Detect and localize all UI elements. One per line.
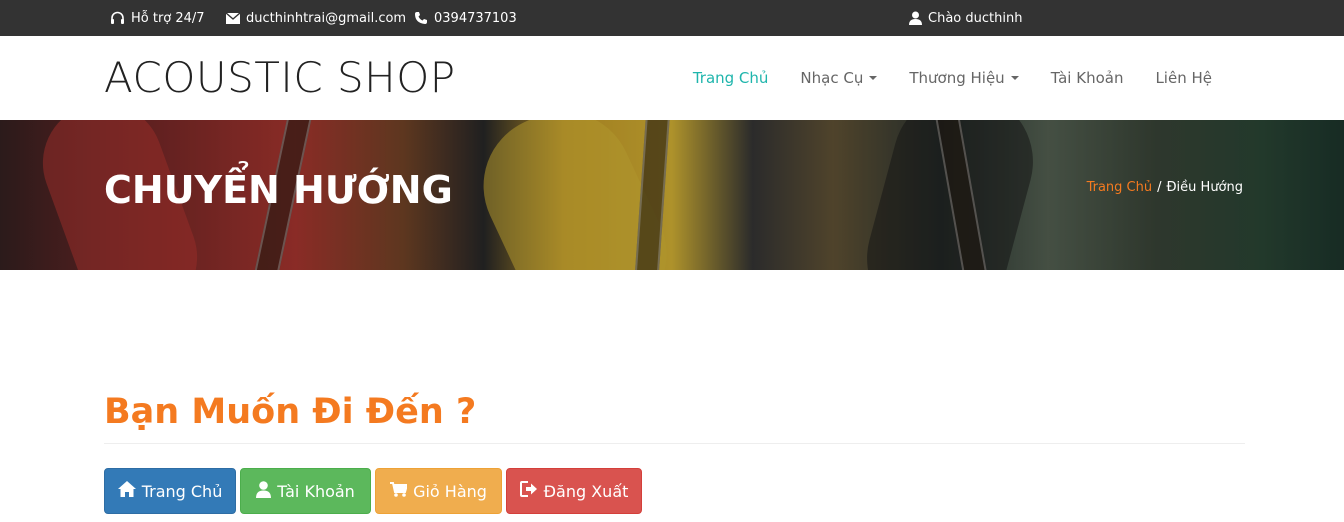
email-info: ducthinhtrai@gmail.com bbox=[226, 0, 406, 36]
nav-brands[interactable]: Thương Hiệu bbox=[893, 69, 1034, 87]
caret-down-icon bbox=[1010, 76, 1019, 80]
support-text: Hỗ trợ 24/7 bbox=[131, 10, 205, 26]
logout-button-label: Đăng Xuất bbox=[543, 481, 629, 501]
support-info: Hỗ trợ 24/7 bbox=[110, 0, 205, 36]
logout-button[interactable]: Đăng Xuất bbox=[506, 468, 642, 514]
email-text: ducthinhtrai@gmail.com bbox=[246, 10, 407, 26]
phone-info: 0394737103 bbox=[414, 0, 517, 36]
home-button[interactable]: Trang Chủ bbox=[104, 468, 236, 514]
redirect-buttons: Trang Chủ Tài Khoản Giỏ Hàng Đăng Xuất bbox=[104, 468, 642, 514]
page-title: CHUYỂN HƯỚNG bbox=[104, 168, 453, 212]
nav-home-label: Trang Chủ bbox=[692, 69, 769, 87]
breadcrumb-current: Điều Hướng bbox=[1166, 180, 1243, 195]
headphones-icon bbox=[110, 11, 125, 25]
account-button[interactable]: Tài Khoản bbox=[240, 468, 371, 514]
home-icon bbox=[117, 481, 136, 501]
heading-divider bbox=[104, 443, 1245, 444]
nav-instruments-label: Nhạc Cụ bbox=[800, 69, 864, 87]
breadcrumb: Trang Chủ / Điều Hướng bbox=[1087, 180, 1243, 195]
user-greeting[interactable]: Chào ducthinh bbox=[909, 0, 1022, 36]
home-button-label: Trang Chủ bbox=[141, 481, 223, 501]
breadcrumb-separator: / bbox=[1157, 180, 1162, 195]
phone-text: 0394737103 bbox=[434, 10, 517, 26]
main-nav: Trang Chủ Nhạc Cụ Thương Hiệu Tài Khoản … bbox=[677, 36, 1228, 120]
nav-account-label: Tài Khoản bbox=[1050, 69, 1124, 87]
breadcrumb-home-link[interactable]: Trang Chủ bbox=[1087, 180, 1153, 195]
top-bar: Hỗ trợ 24/7 ducthinhtrai@gmail.com 03947… bbox=[0, 0, 1344, 36]
nav-contact-label: Liên Hệ bbox=[1155, 69, 1212, 87]
page-banner: CHUYỂN HƯỚNG Trang Chủ / Điều Hướng bbox=[0, 120, 1344, 270]
greeting-text: Chào ducthinh bbox=[928, 10, 1023, 26]
user-icon bbox=[909, 11, 922, 25]
section-heading: Bạn Muốn Đi Đến ? bbox=[104, 392, 477, 432]
nav-contact[interactable]: Liên Hệ bbox=[1139, 69, 1228, 87]
caret-down-icon bbox=[869, 76, 878, 80]
site-header: ACOUSTIC SHOP Trang Chủ Nhạc Cụ Thương H… bbox=[0, 36, 1344, 120]
cart-icon bbox=[390, 481, 409, 501]
cart-button[interactable]: Giỏ Hàng bbox=[375, 468, 502, 514]
nav-account[interactable]: Tài Khoản bbox=[1035, 69, 1140, 87]
envelope-icon bbox=[226, 12, 240, 24]
nav-instruments[interactable]: Nhạc Cụ bbox=[784, 69, 893, 87]
cart-button-label: Giỏ Hàng bbox=[413, 481, 487, 501]
account-button-label: Tài Khoản bbox=[277, 481, 355, 501]
user-icon bbox=[256, 480, 272, 502]
site-logo[interactable]: ACOUSTIC SHOP bbox=[104, 54, 456, 102]
phone-icon bbox=[414, 11, 428, 25]
nav-brands-label: Thương Hiệu bbox=[909, 69, 1005, 87]
logout-icon bbox=[519, 481, 538, 501]
nav-home[interactable]: Trang Chủ bbox=[677, 69, 785, 87]
